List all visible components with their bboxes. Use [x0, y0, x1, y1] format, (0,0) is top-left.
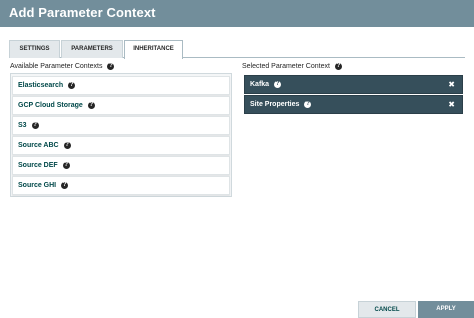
selected-context-label: Selected Parameter Context — [242, 63, 330, 70]
help-icon[interactable]: ? — [31, 122, 39, 129]
available-contexts-heading: Available Parameter Contexts ? — [10, 63, 115, 70]
help-icon[interactable]: ? — [61, 182, 69, 189]
cancel-button[interactable]: CANCEL — [358, 301, 416, 318]
apply-button[interactable]: APPLY — [418, 301, 474, 318]
context-label: GCP Cloud Storage — [18, 102, 83, 109]
help-icon[interactable]: ? — [304, 101, 312, 108]
help-icon[interactable]: ? — [62, 162, 70, 169]
remove-icon[interactable]: ✖ — [448, 100, 455, 109]
context-label: Source ABC — [18, 142, 59, 149]
available-contexts-list: Elasticsearch ? GCP Cloud Storage ? S3 ?… — [10, 73, 232, 197]
context-label: Kafka — [250, 81, 270, 88]
help-icon[interactable]: ? — [274, 81, 282, 88]
selected-context-item[interactable]: Kafka ? ✖ — [244, 75, 463, 94]
context-label: S3 — [18, 122, 27, 129]
available-context-item[interactable]: GCP Cloud Storage ? — [12, 96, 230, 115]
help-icon[interactable]: ? — [63, 142, 71, 149]
available-context-item[interactable]: Elasticsearch ? — [12, 76, 230, 95]
available-context-item[interactable]: Source DEF ? — [12, 156, 230, 175]
help-icon[interactable]: ? — [334, 63, 342, 70]
context-label: Source GHI — [18, 182, 57, 189]
context-label: Source DEF — [18, 162, 58, 169]
help-icon[interactable]: ? — [68, 82, 76, 89]
tab-settings[interactable]: SETTINGS — [9, 40, 60, 58]
available-context-item[interactable]: Source GHI ? — [12, 176, 230, 195]
available-contexts-label: Available Parameter Contexts — [10, 63, 103, 70]
selected-context-item[interactable]: Site Properties ? ✖ — [244, 95, 463, 114]
dialog-title: Add Parameter Context — [9, 5, 156, 20]
context-label: Elasticsearch — [18, 82, 64, 89]
dialog-header: Add Parameter Context — [0, 0, 474, 27]
selected-context-heading: Selected Parameter Context ? — [242, 63, 342, 70]
context-label: Site Properties — [250, 101, 300, 108]
help-icon[interactable]: ? — [87, 102, 95, 109]
available-context-item[interactable]: Source ABC ? — [12, 136, 230, 155]
available-context-item[interactable]: S3 ? — [12, 116, 230, 135]
tab-inheritance[interactable]: INHERITANCE — [124, 40, 183, 59]
remove-icon[interactable]: ✖ — [448, 80, 455, 89]
tab-parameters[interactable]: PARAMETERS — [61, 40, 123, 58]
tab-bar: SETTINGS PARAMETERS INHERITANCE — [9, 40, 465, 59]
selected-contexts-list: Kafka ? ✖ Site Properties ? ✖ — [244, 73, 465, 117]
help-icon[interactable]: ? — [107, 63, 115, 70]
